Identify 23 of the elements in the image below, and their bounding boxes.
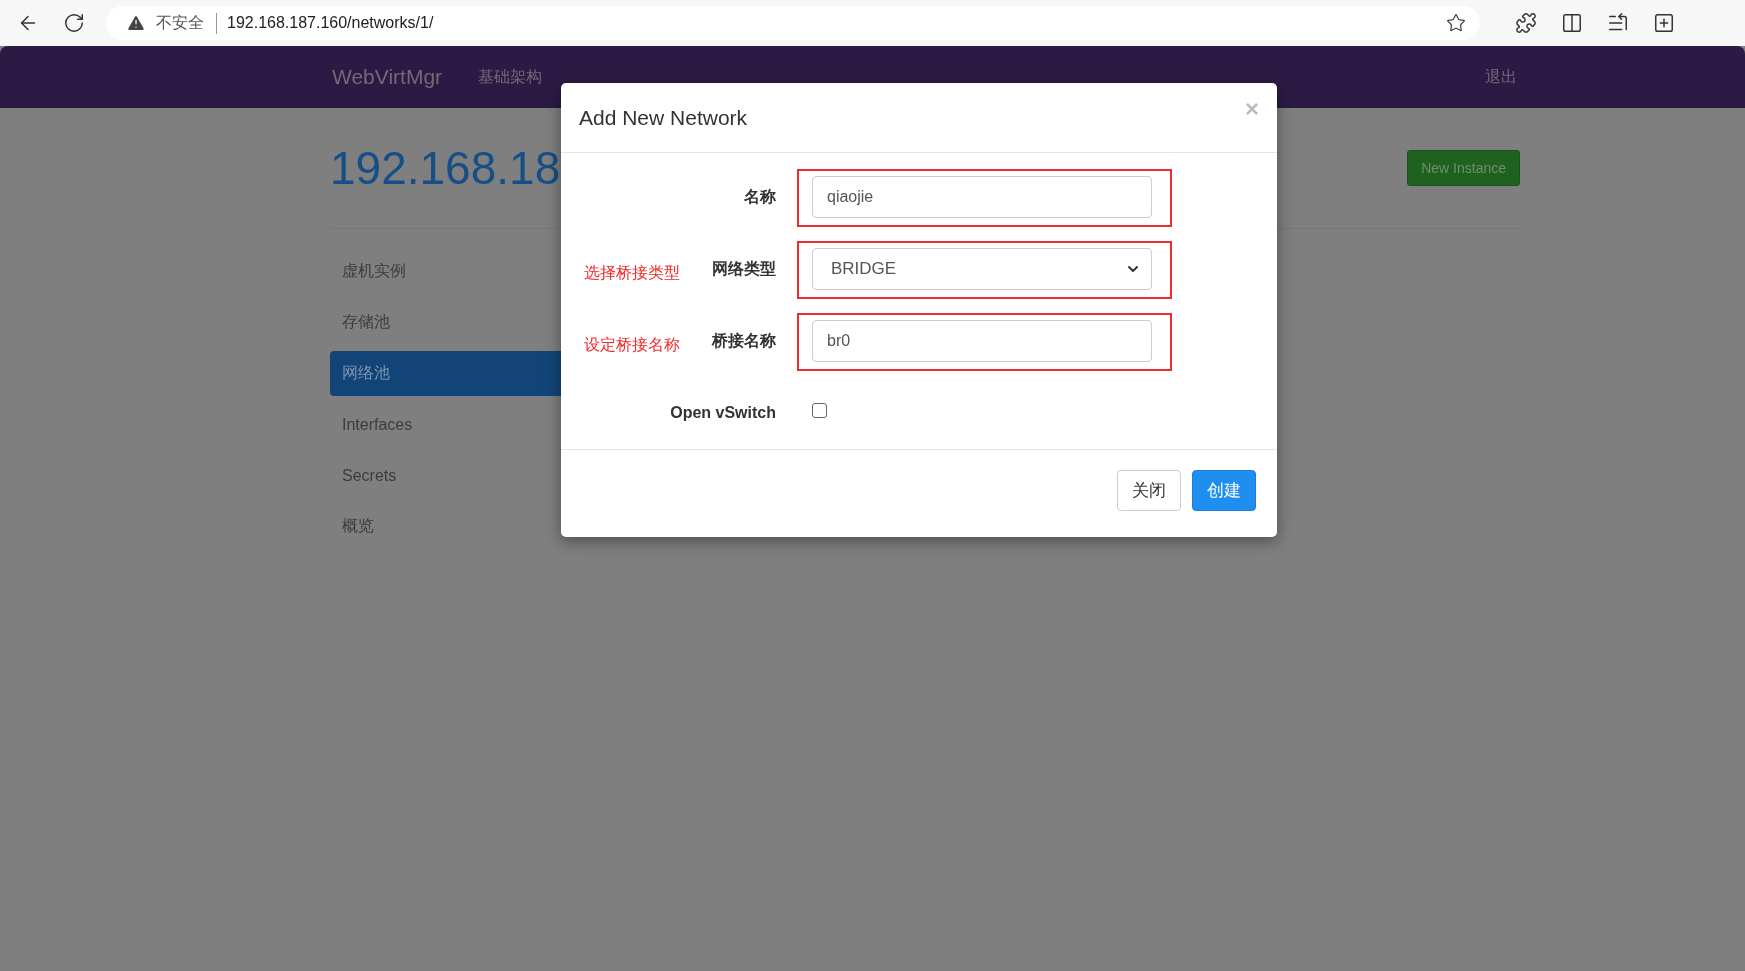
warning-icon	[126, 13, 146, 33]
address-bar[interactable]: 不安全 192.168.187.160/networks/1/	[106, 6, 1480, 40]
nav-link[interactable]: 基础架构	[478, 66, 543, 88]
create-button[interactable]: 创建	[1192, 470, 1256, 511]
field-label: 名称	[744, 186, 776, 207]
annotation-note: 选择桥接类型	[584, 262, 680, 283]
page-title: 192.168.18	[330, 141, 561, 195]
checkbox[interactable]	[812, 403, 827, 418]
close-button[interactable]: ×	[1245, 95, 1259, 123]
logout-link[interactable]: 退出	[1485, 66, 1517, 88]
brand-name[interactable]: WebVirtMgr	[332, 65, 443, 89]
field-label: 网络类型	[712, 258, 776, 279]
network-type-select[interactable]: BRIDGE	[812, 248, 1152, 290]
cancel-button[interactable]: 关闭	[1117, 470, 1181, 511]
star-icon[interactable]	[1446, 13, 1466, 33]
url-text: 192.168.187.160/networks/1/	[227, 14, 435, 32]
field-label: 桥接名称	[712, 330, 776, 351]
modal-title: Add New Network	[579, 105, 748, 130]
security-label: 不安全	[156, 12, 217, 34]
text-input[interactable]: br0	[812, 320, 1152, 362]
field-label: Open vSwitch	[670, 404, 776, 422]
new-instance-button[interactable]: New Instance	[1407, 150, 1520, 186]
text-input[interactable]: qiaojie	[812, 176, 1152, 218]
